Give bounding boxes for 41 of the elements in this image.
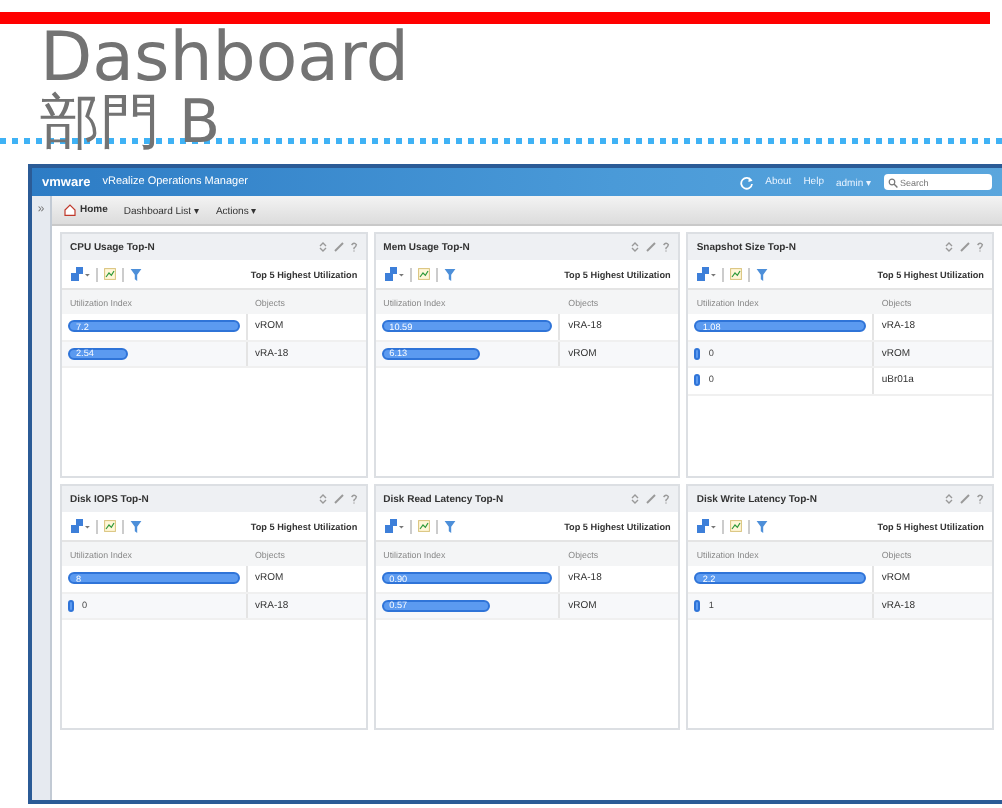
pencil-icon[interactable] bbox=[960, 242, 970, 252]
chart-icon[interactable] bbox=[104, 520, 116, 532]
help-icon[interactable] bbox=[662, 494, 671, 504]
collapse-icon[interactable] bbox=[944, 494, 954, 504]
chart-icon[interactable] bbox=[104, 268, 116, 280]
collapse-icon[interactable] bbox=[944, 242, 954, 252]
object-menu-icon[interactable] bbox=[383, 266, 404, 282]
help-icon[interactable] bbox=[349, 242, 358, 252]
filter-icon[interactable] bbox=[443, 519, 456, 533]
filter-icon[interactable] bbox=[443, 267, 456, 281]
chart-icon[interactable] bbox=[417, 520, 430, 532]
help-icon[interactable] bbox=[349, 494, 358, 504]
help-icon[interactable] bbox=[976, 242, 984, 252]
object-menu-icon[interactable] bbox=[696, 266, 717, 282]
pencil-icon[interactable] bbox=[333, 494, 344, 504]
slide-title: Dashboard bbox=[40, 24, 411, 92]
chart-icon[interactable] bbox=[417, 268, 430, 280]
object-menu-icon[interactable] bbox=[70, 518, 90, 534]
filter-icon[interactable] bbox=[756, 267, 769, 281]
filter-icon[interactable] bbox=[130, 519, 142, 533]
refresh-icon[interactable] bbox=[739, 175, 754, 189]
object-menu-icon[interactable] bbox=[696, 518, 717, 534]
collapse-icon[interactable] bbox=[317, 242, 328, 252]
pencil-icon[interactable] bbox=[960, 494, 970, 504]
pencil-icon[interactable] bbox=[333, 242, 344, 252]
help-icon[interactable] bbox=[662, 242, 671, 252]
object-menu-icon[interactable] bbox=[383, 518, 404, 534]
chart-icon[interactable] bbox=[730, 268, 743, 280]
object-menu-icon[interactable] bbox=[70, 266, 90, 282]
filter-icon[interactable] bbox=[130, 267, 142, 281]
collapse-icon[interactable] bbox=[630, 494, 641, 504]
chart-icon[interactable] bbox=[730, 520, 743, 532]
filter-icon[interactable] bbox=[756, 519, 769, 533]
collapse-icon[interactable] bbox=[317, 494, 328, 504]
slide-subtitle: 部門 B bbox=[40, 92, 223, 156]
house-icon[interactable] bbox=[64, 204, 76, 216]
collapse-icon[interactable] bbox=[630, 242, 641, 252]
help-icon[interactable] bbox=[976, 494, 984, 504]
pencil-icon[interactable] bbox=[646, 242, 657, 252]
pencil-icon[interactable] bbox=[646, 494, 657, 504]
search-icon[interactable] bbox=[888, 177, 898, 187]
